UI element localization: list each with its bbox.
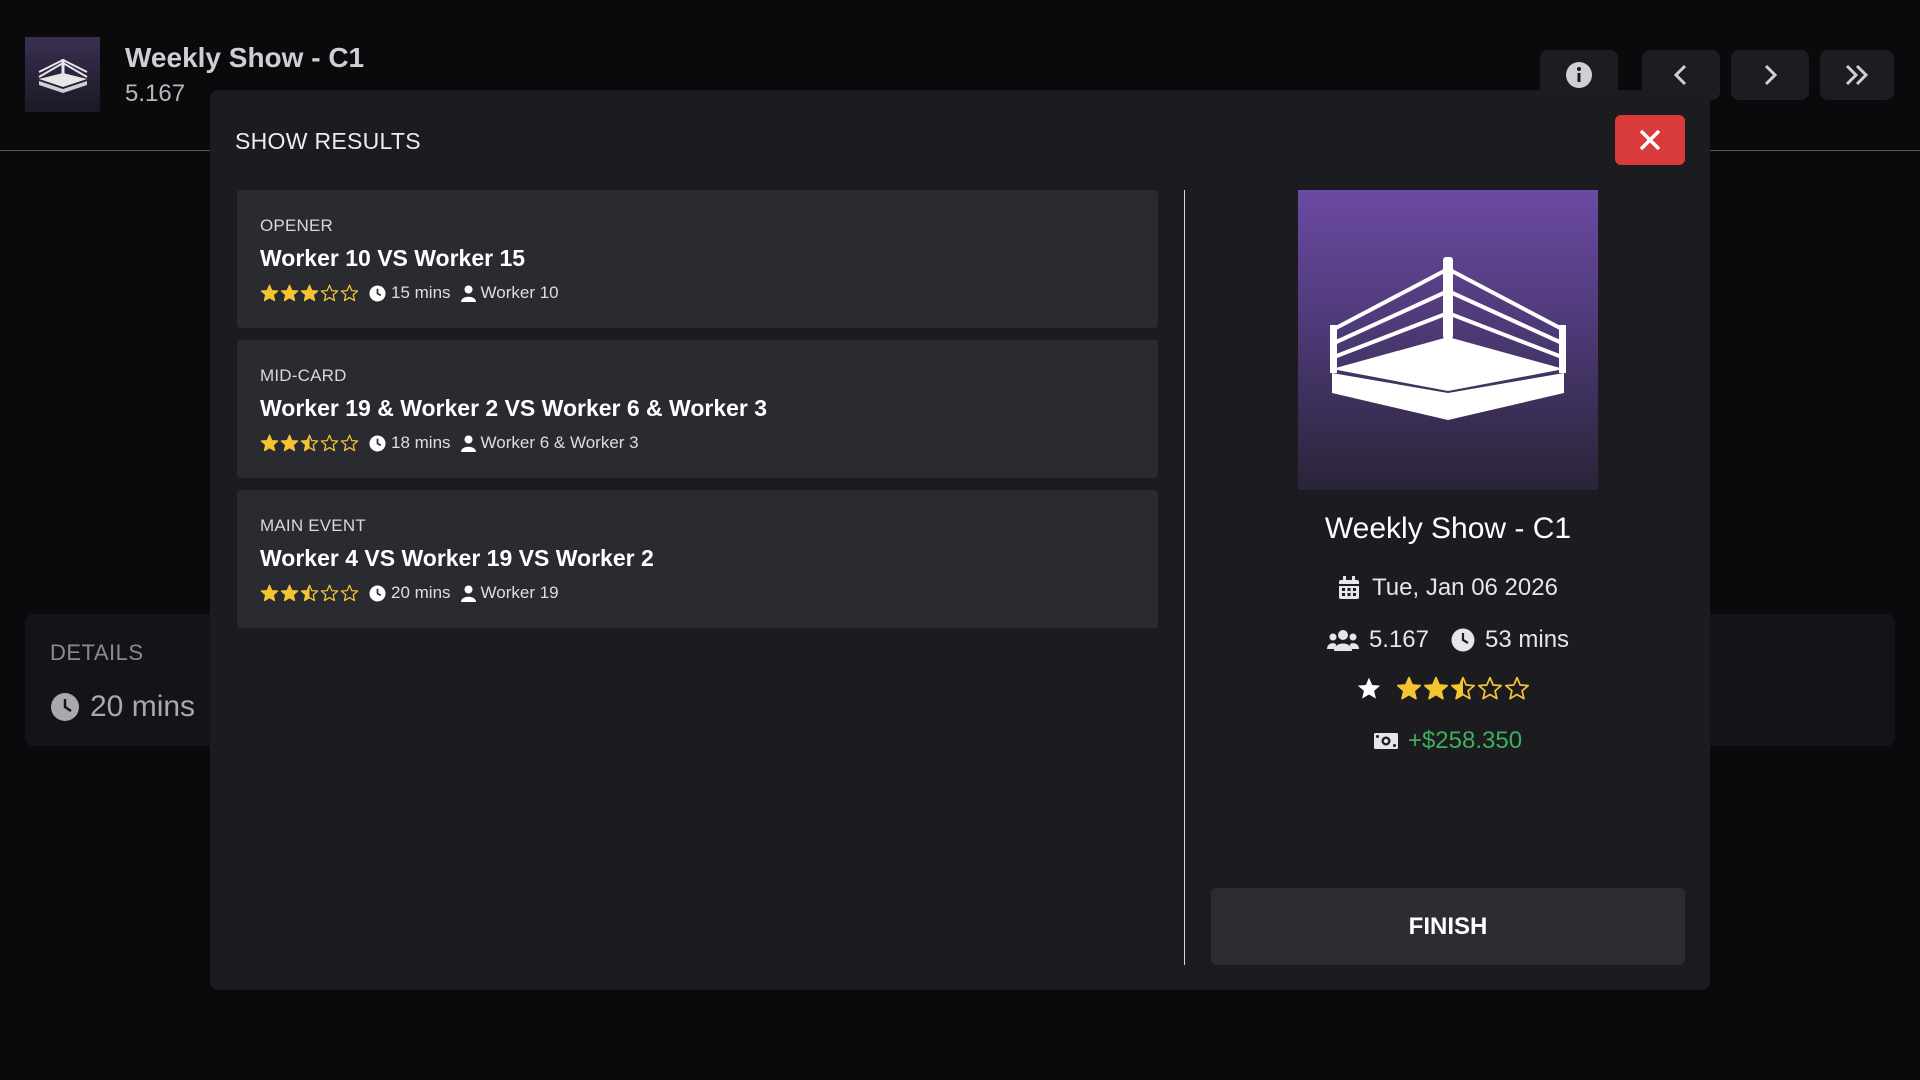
star-half-icon bbox=[300, 584, 319, 601]
summary-rating-stars bbox=[1396, 676, 1530, 702]
clock-icon bbox=[51, 693, 79, 721]
match-meta: 20 mins Worker 19 bbox=[260, 583, 569, 603]
match-type: OPENER bbox=[260, 216, 333, 235]
summary-stats: 5.167 53 mins bbox=[1210, 626, 1686, 654]
clock-icon bbox=[369, 584, 386, 602]
vertical-divider bbox=[1184, 190, 1185, 965]
match-duration-text: 18 mins bbox=[391, 433, 451, 452]
star-empty-icon bbox=[320, 584, 339, 601]
show-results-modal: SHOW RESULTS OPENER Worker 10 VS Worker … bbox=[210, 90, 1710, 990]
star-full-icon bbox=[1396, 676, 1422, 700]
star-full-icon bbox=[260, 584, 279, 601]
summary-rating bbox=[1210, 676, 1686, 702]
summary-revenue-text: +$258.350 bbox=[1407, 727, 1523, 754]
clock-icon bbox=[369, 284, 386, 302]
next-button[interactable] bbox=[1731, 50, 1809, 100]
person-icon bbox=[460, 585, 476, 602]
match-winner: Worker 6 & Worker 3 bbox=[460, 433, 639, 453]
match-rating bbox=[260, 584, 359, 603]
summary-show-name: Weekly Show - C1 bbox=[1324, 512, 1572, 545]
match-duration: 20 mins bbox=[369, 583, 451, 603]
match-name: Worker 4 VS Worker 19 VS Worker 2 bbox=[260, 545, 654, 571]
show-logo bbox=[25, 37, 100, 112]
match-name: Worker 10 VS Worker 15 bbox=[260, 245, 526, 271]
calendar-icon bbox=[1339, 576, 1360, 599]
match-winner: Worker 10 bbox=[460, 283, 559, 303]
match-type: MID-CARD bbox=[260, 366, 347, 385]
chevron-right-icon bbox=[1764, 64, 1778, 86]
match-duration: 15 mins bbox=[369, 283, 451, 303]
star-full-icon bbox=[1423, 676, 1449, 700]
double-chevron-right-icon bbox=[1845, 64, 1869, 86]
match-card[interactable]: OPENER Worker 10 VS Worker 15 15 mins Wo… bbox=[237, 190, 1158, 328]
star-empty-icon bbox=[320, 434, 339, 451]
header-subtitle: 5.167 bbox=[125, 80, 186, 107]
match-name: Worker 19 & Worker 2 VS Worker 6 & Worke… bbox=[260, 395, 768, 421]
star-full-icon bbox=[280, 434, 299, 451]
match-duration-text: 15 mins bbox=[391, 283, 451, 302]
clock-icon bbox=[369, 434, 386, 452]
match-card[interactable]: MID-CARD Worker 19 & Worker 2 VS Worker … bbox=[237, 340, 1158, 478]
summary-date: Tue, Jan 06 2026 bbox=[1210, 574, 1686, 602]
star-icon bbox=[1357, 677, 1381, 699]
star-full-icon bbox=[280, 284, 299, 301]
match-rating bbox=[260, 434, 359, 453]
details-duration-text: 20 mins bbox=[90, 690, 196, 723]
wrestling-ring-icon bbox=[37, 58, 88, 93]
finish-button[interactable]: FINISH bbox=[1211, 888, 1685, 965]
match-meta: 15 mins Worker 10 bbox=[260, 283, 569, 303]
users-icon bbox=[1326, 630, 1359, 651]
money-bill-icon bbox=[1373, 733, 1398, 749]
match-rating bbox=[260, 284, 359, 303]
header-title: Weekly Show - C1 bbox=[125, 42, 365, 73]
match-duration: 18 mins bbox=[369, 433, 451, 453]
star-empty-icon bbox=[340, 284, 359, 301]
wrestling-ring-icon bbox=[1330, 257, 1566, 420]
close-button[interactable] bbox=[1615, 115, 1685, 165]
chevron-left-icon bbox=[1673, 64, 1687, 86]
match-winner-text: Worker 19 bbox=[480, 583, 559, 602]
match-meta: 18 mins Worker 6 & Worker 3 bbox=[260, 433, 649, 453]
person-icon bbox=[460, 285, 476, 302]
star-empty-icon bbox=[320, 284, 339, 301]
summary-revenue: +$258.350 bbox=[1210, 727, 1686, 755]
star-empty-icon bbox=[340, 434, 359, 451]
match-duration-text: 20 mins bbox=[391, 583, 451, 602]
star-full-icon bbox=[280, 584, 299, 601]
person-icon bbox=[460, 435, 476, 452]
close-icon bbox=[1639, 129, 1661, 151]
info-icon bbox=[1566, 62, 1592, 88]
clock-icon bbox=[1451, 628, 1475, 652]
match-winner: Worker 19 bbox=[460, 583, 559, 603]
match-list: OPENER Worker 10 VS Worker 15 15 mins Wo… bbox=[237, 190, 1158, 640]
star-empty-icon bbox=[340, 584, 359, 601]
star-full-icon bbox=[300, 284, 319, 301]
modal-title: SHOW RESULTS bbox=[235, 128, 421, 154]
details-duration: 20 mins bbox=[50, 690, 195, 724]
summary-attendance: 5.167 bbox=[1368, 626, 1429, 653]
match-card[interactable]: MAIN EVENT Worker 4 VS Worker 19 VS Work… bbox=[237, 490, 1158, 628]
match-winner-text: Worker 6 & Worker 3 bbox=[480, 433, 639, 452]
star-half-icon bbox=[1450, 676, 1476, 700]
star-half-icon bbox=[300, 434, 319, 451]
star-full-icon bbox=[260, 284, 279, 301]
match-winner-text: Worker 10 bbox=[480, 283, 559, 302]
summary-date-text: Tue, Jan 06 2026 bbox=[1372, 574, 1558, 601]
show-poster bbox=[1298, 190, 1598, 490]
summary-duration: 53 mins bbox=[1485, 626, 1570, 653]
star-empty-icon bbox=[1477, 676, 1503, 700]
star-full-icon bbox=[260, 434, 279, 451]
details-label: DETAILS bbox=[50, 640, 144, 665]
match-type: MAIN EVENT bbox=[260, 516, 366, 535]
skip-button[interactable] bbox=[1820, 50, 1894, 100]
star-empty-icon bbox=[1504, 676, 1530, 700]
